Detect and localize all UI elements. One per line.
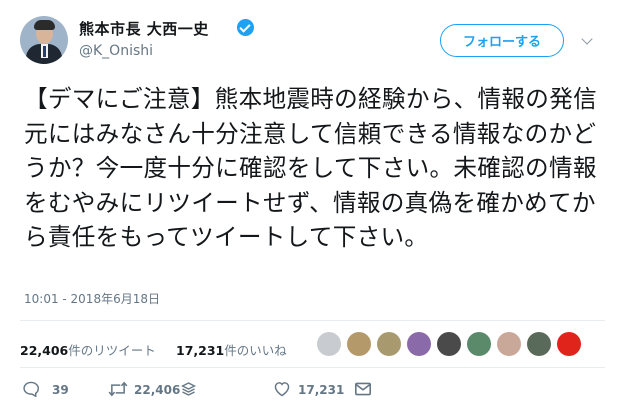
chevron-down-icon[interactable] (581, 33, 593, 45)
tweet-text: 【デマにご注意】熊本地震時の経験から、情報の発信元にはみなさん十分注意して信頼で… (24, 85, 597, 252)
user-handle[interactable]: @K_Onishi (79, 43, 153, 59)
divider-top (20, 320, 605, 321)
avatar[interactable] (20, 16, 68, 64)
reply-count: 39 (52, 383, 69, 397)
divider-bottom (20, 367, 605, 368)
retweet-stat[interactable]: 22,406件のリツイート (20, 340, 156, 359)
retweet-count: 22,406 (134, 383, 181, 397)
heart-icon[interactable] (273, 381, 291, 397)
liker-avatar[interactable] (467, 332, 491, 356)
liker-avatar[interactable] (497, 332, 521, 356)
like-stat-count: 17,231 (176, 343, 225, 358)
liker-avatar[interactable] (407, 332, 431, 356)
liker-avatar[interactable] (377, 332, 401, 356)
follow-button[interactable]: フォローする (440, 24, 564, 57)
retweet-stat-label: 件のリツイート (68, 343, 156, 358)
retweet-icon[interactable] (108, 381, 128, 397)
liker-avatar[interactable] (437, 332, 461, 356)
direct-message-icon[interactable] (354, 381, 372, 397)
liker-avatar[interactable] (527, 332, 551, 356)
like-count: 17,231 (298, 383, 345, 397)
liker-avatar[interactable] (347, 332, 371, 356)
like-stat-label: 件のいいね (224, 343, 287, 358)
stack-icon[interactable] (181, 381, 196, 397)
liker-avatar[interactable] (557, 332, 581, 356)
like-stat[interactable]: 17,231件のいいね (176, 340, 287, 359)
retweet-stat-count: 22,406 (20, 343, 69, 358)
tweet-timestamp[interactable]: 10:01 - 2018年6月18日 (24, 290, 160, 307)
reply-icon[interactable] (22, 381, 40, 397)
liker-avatar[interactable] (317, 332, 341, 356)
verified-badge-icon (237, 19, 254, 36)
display-name[interactable]: 熊本市長 大西一史 (79, 18, 209, 39)
